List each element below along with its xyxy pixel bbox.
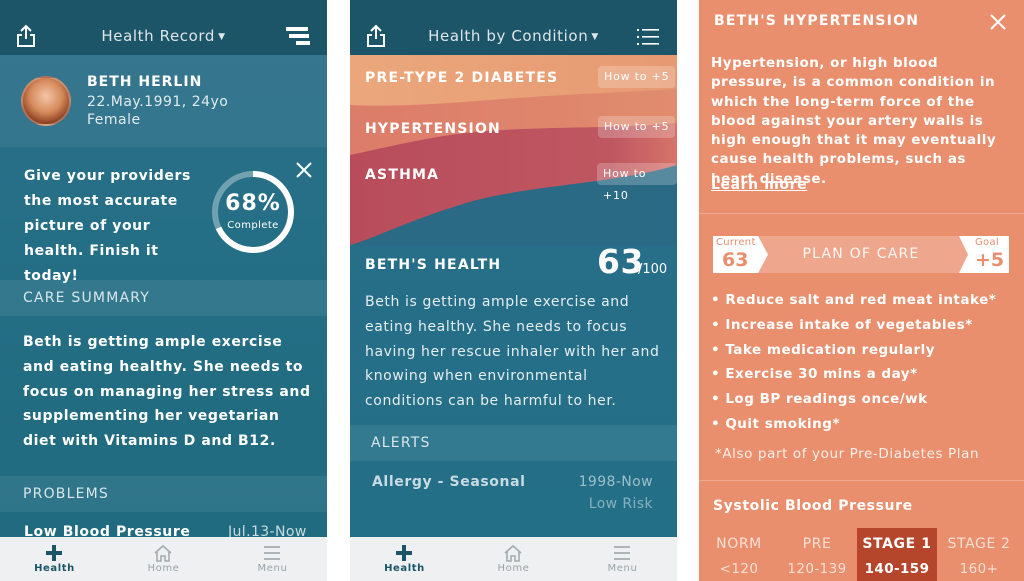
page-title: Health Record <box>101 27 216 45</box>
stage-range: 120-139 <box>787 561 847 577</box>
completion-label: Complete <box>227 220 279 231</box>
stage-name: STAGE 2 <box>947 536 1011 552</box>
hypertension-detail-screen: BETH'S HYPERTENSION Hypertension, or hig… <box>699 0 1024 581</box>
problems-header: PROBLEMS <box>0 476 327 512</box>
patient-dob: 22.May.1991, 24yo <box>87 94 229 110</box>
care-summary-header: CARE SUMMARY <box>0 280 327 316</box>
chevron-down-icon: ▼ <box>218 32 226 42</box>
alert-name[interactable]: Allergy - Seasonal <box>372 474 526 490</box>
plan-item: • Take medication regularly <box>711 341 936 358</box>
avatar <box>21 76 71 126</box>
plan-items-list: • Reduce salt and red meat intake* • Inc… <box>711 288 1016 437</box>
tab-home[interactable]: Home <box>459 537 568 581</box>
divider <box>699 213 1024 214</box>
close-icon[interactable] <box>989 13 1007 31</box>
current-label: Current <box>716 237 756 248</box>
bp-stage-norm: NORM <120 <box>699 528 779 581</box>
home-icon <box>154 544 172 562</box>
tab-health[interactable]: Health <box>0 537 109 581</box>
home-icon <box>504 544 522 562</box>
profile-card[interactable]: BETH HERLIN 22.May.1991, 24yo Female <box>0 55 327 147</box>
plus-icon <box>396 545 413 561</box>
tab-label: Health <box>34 563 75 574</box>
bp-stage-pre: PRE 120-139 <box>777 528 857 581</box>
stage-range: 160+ <box>959 561 999 577</box>
divider <box>699 480 1024 481</box>
how-to-button[interactable]: How to +10 <box>597 163 677 202</box>
health-score-value: 63 <box>597 242 644 281</box>
health-summary-text: Beth is getting ample exercise and eatin… <box>365 294 660 410</box>
tab-bar: Health Home Menu <box>0 537 327 581</box>
record-title-dropdown[interactable]: Health Record ▼ <box>0 0 327 55</box>
footnote: *Also part of your Pre-Diabetes Plan <box>715 446 980 462</box>
top-bar: Health Record ▼ <box>0 0 327 55</box>
top-bar: Health by Condition ▼ <box>350 0 677 55</box>
goal-label: Goal <box>975 237 999 248</box>
bp-title: Systolic Blood Pressure <box>713 498 913 514</box>
current-score-box: Current 63 <box>713 236 768 273</box>
list-icon[interactable] <box>637 28 659 46</box>
health-record-screen: Health Record ▼ BETH HERLIN 22.May.1991, … <box>0 0 327 581</box>
goal-value: +5 <box>975 249 1005 271</box>
plan-item: • Exercise 30 mins a day* <box>711 366 918 383</box>
patient-sex: Female <box>87 112 141 128</box>
tab-label: Menu <box>257 563 288 574</box>
tab-menu[interactable]: Menu <box>218 537 327 581</box>
plan-item: • Increase intake of vegetables* <box>711 316 973 333</box>
plan-item: • Reduce salt and red meat intake* <box>711 292 997 308</box>
stage-name: STAGE 1 <box>862 536 932 552</box>
condition-title: BETH'S HYPERTENSION <box>714 13 920 29</box>
condition-description: Hypertension, or high blood pressure, is… <box>711 55 997 187</box>
learn-more-link[interactable]: Learn more <box>711 177 807 193</box>
care-summary-text: Beth is getting ample exercise and eatin… <box>23 334 311 450</box>
filter-icon[interactable] <box>286 26 312 48</box>
completion-prompt: Give your providers the most accurate pi… <box>24 168 191 284</box>
tab-home[interactable]: Home <box>109 537 218 581</box>
health-score-max: /100 <box>638 262 668 277</box>
alert-date: 1998-Now <box>578 474 653 490</box>
tab-menu[interactable]: Menu <box>568 537 677 581</box>
alert-risk: Low Risk <box>588 496 653 512</box>
tab-label: Menu <box>607 563 638 574</box>
menu-icon <box>614 546 631 560</box>
completion-percent: 68% <box>225 191 281 216</box>
bp-stage-2: STAGE 2 160+ <box>939 528 1019 581</box>
condition-diabetes[interactable]: PRE-TYPE 2 DIABETES <box>365 70 558 86</box>
tab-health[interactable]: Health <box>350 537 459 581</box>
plan-item: • Quit smoking* <box>711 415 841 432</box>
condition-asthma[interactable]: ASTHMA <box>365 167 439 183</box>
stage-name: PRE <box>802 536 832 552</box>
condition-hypertension[interactable]: HYPERTENSION <box>365 121 501 137</box>
stage-range: 140-159 <box>864 561 930 577</box>
plus-icon <box>46 545 63 561</box>
alerts-header: ALERTS <box>350 425 677 461</box>
how-to-button[interactable]: How to +5 <box>598 66 676 88</box>
condition-title-dropdown[interactable]: Health by Condition ▼ <box>350 0 677 55</box>
current-value: 63 <box>722 249 749 271</box>
page-title: Health by Condition <box>428 27 589 45</box>
plan-item: • Log BP readings once/wk <box>711 391 928 408</box>
tab-label: Health <box>384 563 425 574</box>
how-to-button[interactable]: How to +5 <box>598 116 676 138</box>
tab-label: Home <box>497 563 530 574</box>
tab-label: Home <box>147 563 180 574</box>
chevron-down-icon: ▼ <box>591 32 599 42</box>
tab-bar: Health Home Menu <box>350 537 677 581</box>
health-by-condition-screen: Health by Condition ▼ PRE-TYPE 2 DIABETES… <box>350 0 677 581</box>
menu-icon <box>264 546 281 560</box>
patient-name: BETH HERLIN <box>87 74 203 90</box>
stage-range: <120 <box>719 561 759 577</box>
stage-name: NORM <box>716 536 762 552</box>
health-score-title: BETH'S HEALTH <box>365 257 502 273</box>
bp-stage-1: STAGE 1 140-159 <box>857 528 937 581</box>
